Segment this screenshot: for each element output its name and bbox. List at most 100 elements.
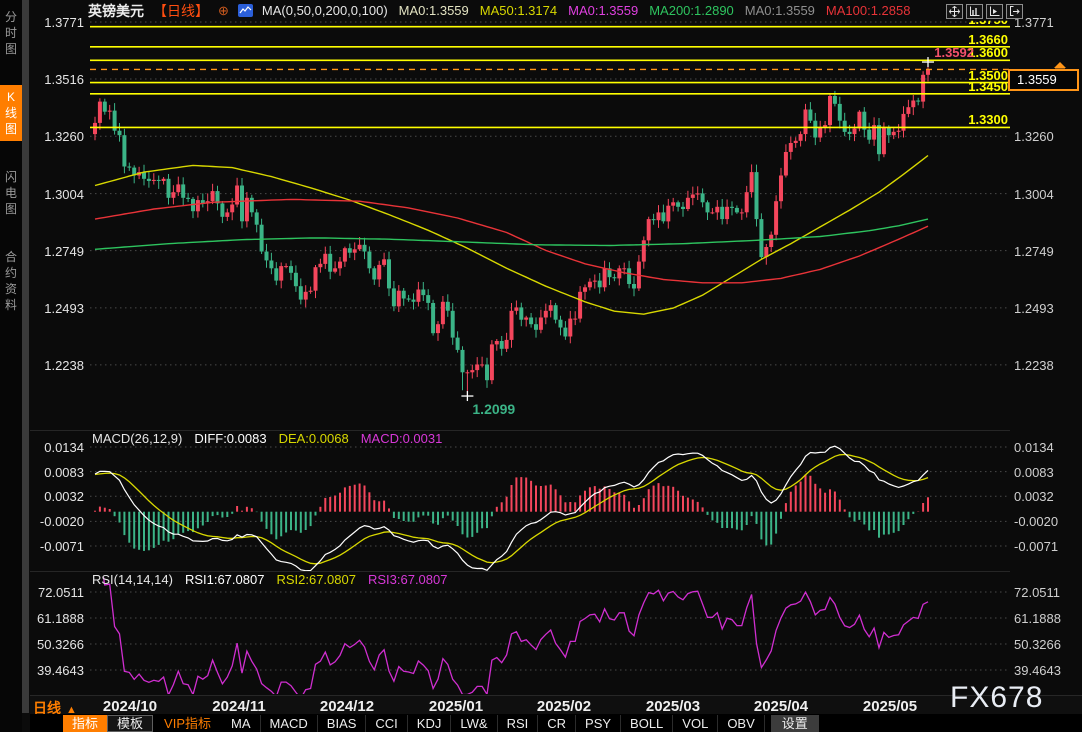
sidebar-tab-item[interactable]: 分 时 图 xyxy=(0,5,22,61)
macd-axis-label: 0.0083 xyxy=(1014,465,1076,480)
sidebar-tab-active[interactable]: K 线 图 xyxy=(0,85,22,141)
ma-legend-item: MA50:1.3174 xyxy=(480,3,557,18)
rsi-axis-label: 61.1888 xyxy=(28,611,84,626)
macd-axis-label: 0.0134 xyxy=(1014,440,1076,455)
toolbar-button-plain[interactable]: RSI xyxy=(498,715,539,732)
time-axis-month: 2025/05 xyxy=(848,698,932,715)
price-axis-label: 1.3004 xyxy=(1014,187,1076,202)
toolbar-button-plain[interactable]: CR xyxy=(538,715,576,732)
rsi-header: RSI(14,14,14) RSI1:67.0807RSI2:67.0807RS… xyxy=(92,572,447,587)
time-axis-month: 2024/12 xyxy=(305,698,389,715)
ma-legend-item: MA0:1.3559 xyxy=(568,3,638,18)
price-alert-arrow-icon[interactable] xyxy=(1051,58,1069,76)
price-axis-label: 1.3771 xyxy=(28,15,84,30)
sidebar: 分 时 图 K 线 图闪 电 图合 约 资 料 xyxy=(0,0,22,732)
toolbar-button-normal[interactable]: 模板 xyxy=(107,715,153,732)
macd-axis-label: 0.0134 xyxy=(28,440,84,455)
rsi-axis-label: 50.3266 xyxy=(1014,637,1076,652)
ma-legend-item: MA0:1.3559 xyxy=(745,3,815,18)
toolbar-button-plain[interactable]: KDJ xyxy=(408,715,452,732)
toolbar-button-vip[interactable]: VIP指标 xyxy=(153,715,222,732)
price-axis-label: 1.2749 xyxy=(1014,244,1076,259)
panel-layout-icon[interactable] xyxy=(986,4,1003,19)
toolbar-button-active[interactable]: 指标 xyxy=(63,715,107,732)
period-tag[interactable]: 【日线】 xyxy=(153,1,209,21)
toolbar-button-plain[interactable]: BOLL xyxy=(621,715,673,732)
ma-legend-item: MA0:1.3559 xyxy=(399,3,469,18)
toolbar-button-plain[interactable]: LW& xyxy=(451,715,497,732)
toolbar-button-plain[interactable]: VOL xyxy=(673,715,718,732)
candlestick-layer xyxy=(93,62,930,396)
rsi-title: RSI(14,14,14) xyxy=(92,572,173,587)
price-axis-label: 1.2493 xyxy=(1014,301,1076,316)
macd-axis-label: -0.0071 xyxy=(1014,539,1076,554)
macd-axis-label: -0.0071 xyxy=(28,539,84,554)
time-axis-month: 2024/11 xyxy=(197,698,281,715)
macd-header: MACD(26,12,9) DIFF:0.0083 DEA:0.0068 MACD:… xyxy=(92,431,442,446)
price-axis-label: 1.2238 xyxy=(1014,358,1076,373)
rsi-value: RSI2:67.0807 xyxy=(276,572,356,587)
macd-axis-label: -0.0020 xyxy=(1014,514,1076,529)
rsi-axis-label: 39.4643 xyxy=(28,663,84,678)
rsi-axis-label: 50.3266 xyxy=(28,637,84,652)
toolbar-button-settings[interactable]: 设置 xyxy=(771,715,819,732)
price-axis-label: 1.3004 xyxy=(28,187,84,202)
fx678-watermark: FX678 xyxy=(950,681,1043,715)
toolbar-button-plain[interactable]: CCI xyxy=(366,715,407,732)
macd-axis-label: 0.0083 xyxy=(28,465,84,480)
sidebar-tab-item[interactable]: 合 约 资 料 xyxy=(0,245,22,317)
macd-values: DIFF:0.0083 DEA:0.0068 MACD:0.0031 xyxy=(194,431,442,446)
rsi-value: RSI3:67.0807 xyxy=(368,572,448,587)
price-axis-label: 1.2238 xyxy=(28,358,84,373)
price-axis-label: 1.3260 xyxy=(1014,129,1076,144)
expand-icon[interactable]: ⊕ xyxy=(218,3,229,19)
macd-axis-label: 0.0032 xyxy=(1014,489,1076,504)
toolbar-button-plain[interactable]: MACD xyxy=(261,715,318,732)
low-marker-label: 1.2099 xyxy=(472,401,515,417)
trading-app-window: 分 时 图 K 线 图闪 电 图合 约 资 料 英镑美元 【日线】 ⊕ MA(0,… xyxy=(0,0,1082,732)
time-axis-month: 2025/01 xyxy=(414,698,498,715)
ma-legend: MA(0,50,0,200,0,100) MA0:1.3559 MA50:1.317… xyxy=(262,3,911,18)
time-axis-month: 2024/10 xyxy=(88,698,172,715)
ma-legend-item: MA100:1.2858 xyxy=(826,3,911,18)
price-axis-label: 1.2749 xyxy=(28,244,84,259)
exit-icon[interactable] xyxy=(1006,4,1023,19)
high-marker-label: 1.3592 xyxy=(918,45,974,60)
chart-canvas[interactable] xyxy=(0,0,1082,732)
time-axis-month: 2025/03 xyxy=(631,698,715,715)
macd-value: DIFF:0.0083 xyxy=(194,431,266,446)
macd-value: DEA:0.0068 xyxy=(279,431,349,446)
toolbar-button-plain[interactable]: BIAS xyxy=(318,715,367,732)
toolbar-button-plain[interactable]: MA xyxy=(222,715,261,732)
level-line-label: 1.3450 xyxy=(948,79,1008,94)
mini-chart-icon[interactable] xyxy=(238,4,253,17)
rsi-values: RSI1:67.0807 RSI2:67.0807 RSI3:67.0807 xyxy=(185,572,448,587)
rsi-axis-label: 72.0511 xyxy=(28,585,84,600)
time-axis-month: 2025/04 xyxy=(739,698,823,715)
toolbar-button-plain[interactable]: OBV xyxy=(718,715,764,732)
macd-layer xyxy=(95,446,928,571)
ma-legend-item: MA200:1.2890 xyxy=(649,3,734,18)
macd-title: MACD(26,12,9) xyxy=(92,431,182,446)
level-line-label: 1.3300 xyxy=(948,112,1008,127)
rsi-axis-label: 61.1888 xyxy=(1014,611,1076,626)
rsi-value: RSI1:67.0807 xyxy=(185,572,265,587)
rsi-axis-label: 72.0511 xyxy=(1014,585,1076,600)
axis-scale-icon[interactable] xyxy=(966,4,983,19)
ma-legend-item: MA(0,50,0,200,0,100) xyxy=(262,3,388,18)
sidebar-tab-item[interactable]: 闪 电 图 xyxy=(0,165,22,221)
window-tool-icons xyxy=(946,4,1023,19)
rsi-axis-label: 39.4643 xyxy=(1014,663,1076,678)
price-axis-label: 1.3771 xyxy=(1014,15,1076,30)
macd-value: MACD:0.0031 xyxy=(361,431,443,446)
macd-axis-label: 0.0032 xyxy=(28,489,84,504)
pan-tool-icon[interactable] xyxy=(946,4,963,19)
toolbar-button-plain[interactable]: PSY xyxy=(576,715,621,732)
price-axis-label: 1.3260 xyxy=(28,129,84,144)
price-axis-label: 1.3516 xyxy=(28,72,84,87)
chart-header: 英镑美元 【日线】 ⊕ MA(0,50,0,200,0,100) MA0:1.35… xyxy=(88,2,910,19)
indicator-toolbar: 指标模板VIP指标MAMACDBIASCCIKDJLW&RSICRPSYBOLL… xyxy=(30,714,1082,732)
time-axis-month: 2025/02 xyxy=(522,698,606,715)
symbol-name: 英镑美元 xyxy=(88,1,144,21)
macd-axis-label: -0.0020 xyxy=(28,514,84,529)
